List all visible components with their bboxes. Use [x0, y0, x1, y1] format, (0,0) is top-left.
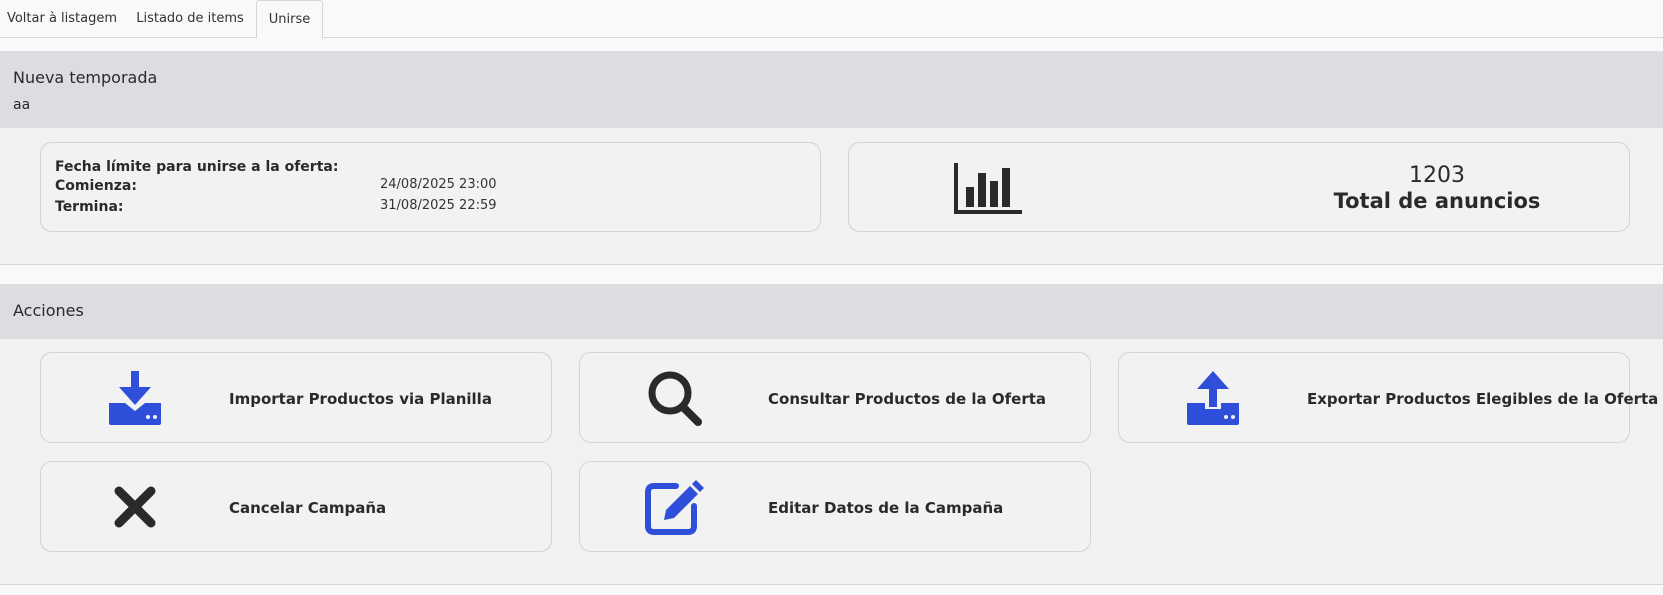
- tab-items-list[interactable]: Listado de items: [127, 0, 253, 38]
- upload-tray-icon: [1187, 371, 1239, 425]
- total-listings-label: Total de anuncios: [1333, 189, 1541, 213]
- cancel-campaign-label: Cancelar Campaña: [229, 498, 387, 517]
- tab-join[interactable]: Unirse: [256, 0, 323, 39]
- search-icon: [648, 371, 702, 426]
- edit-campaign-label: Editar Datos de la Campaña: [768, 498, 1004, 517]
- total-listings-card: 1203 Total de anuncios: [848, 142, 1630, 232]
- edit-icon: [645, 480, 704, 535]
- start-value: 24/08/2025 23:00: [380, 177, 497, 192]
- view-products-label: Consultar Productos de la Oferta: [768, 389, 1047, 408]
- export-products-label: Exportar Productos Elegibles de la Ofert…: [1307, 389, 1659, 408]
- campaign-title: Nueva temporada: [13, 68, 158, 87]
- download-tray-icon: [109, 371, 161, 425]
- total-listings-value: 1203: [1409, 163, 1465, 188]
- export-products-button[interactable]: Exportar Productos Elegibles de la Ofert…: [1118, 352, 1658, 443]
- deadline-label: Fecha límite para unirse a la oferta:: [55, 159, 339, 175]
- cancel-campaign-button[interactable]: Cancelar Campaña: [40, 461, 552, 552]
- close-icon: [114, 486, 156, 528]
- actions-title: Acciones: [13, 301, 84, 320]
- bar-chart-icon: [954, 163, 1022, 214]
- edit-campaign-button[interactable]: Editar Datos de la Campaña: [579, 461, 1091, 552]
- end-value: 31/08/2025 22:59: [380, 198, 497, 213]
- dates-card: Fecha límite para unirse a la oferta: Co…: [40, 142, 821, 232]
- campaign-summary: Fecha límite para unirse a la oferta: Co…: [0, 128, 1663, 265]
- campaign-subtitle: aa: [13, 97, 31, 113]
- actions-header: Acciones: [0, 284, 1663, 339]
- tab-bar: Voltar à listagem Listado de items Unirs…: [0, 0, 1663, 39]
- import-products-button[interactable]: Importar Productos via Planilla: [40, 352, 552, 443]
- campaign-header: Nueva temporada aa: [0, 51, 1663, 128]
- start-label: Comienza:: [55, 178, 137, 194]
- tab-back-to-list[interactable]: Voltar à listagem: [0, 0, 124, 38]
- actions-panel: Importar Productos via Planilla Consulta…: [0, 339, 1663, 585]
- import-products-label: Importar Productos via Planilla: [229, 389, 492, 408]
- end-label: Termina:: [55, 199, 124, 215]
- view-products-button[interactable]: Consultar Productos de la Oferta: [579, 352, 1091, 443]
